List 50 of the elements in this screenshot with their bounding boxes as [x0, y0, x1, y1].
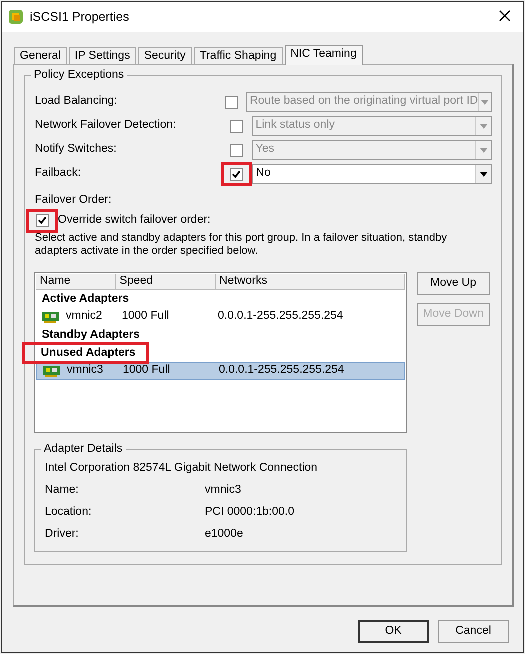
- adapter-speed: 1000 Full: [123, 364, 172, 378]
- adapter-networks: 0.0.0.1-255.255.255.254: [218, 310, 344, 324]
- checkbox[interactable]: [36, 214, 48, 228]
- column-header[interactable]: Networks: [216, 274, 405, 290]
- tab[interactable]: General: [14, 47, 67, 64]
- caret-icon: [480, 172, 488, 176]
- field-value: vmnic3: [205, 484, 242, 498]
- app-icon: [8, 9, 24, 25]
- tab[interactable]: NIC Teaming: [284, 45, 363, 65]
- adapter-speed: 1000 Full: [122, 310, 170, 324]
- group-title: Policy Exceptions: [31, 69, 128, 83]
- field-label: Network Failover Detection:: [35, 119, 178, 133]
- group-heading: Standby Adapters: [41, 328, 141, 344]
- adapter-name: vmnic2: [66, 310, 104, 324]
- field-value: PCI 0000:1b:00.0: [205, 506, 295, 520]
- adapter-description: Intel Corporation 82574L Gigabit Network Connection: [45, 462, 319, 476]
- dialog-button[interactable]: OK: [358, 620, 429, 643]
- field-label: Failback:: [35, 167, 82, 181]
- window-title: iSCSI1 Properties: [30, 10, 130, 24]
- checkbox-label: Override switch failover order:: [58, 214, 211, 228]
- tab[interactable]: Security: [138, 47, 192, 64]
- tab[interactable]: Traffic Shaping: [194, 47, 283, 64]
- field-label: Location:: [45, 506, 93, 520]
- group-heading: Active Adapters: [41, 292, 130, 308]
- field-label: Load Balancing:: [35, 95, 118, 109]
- caret-icon: [480, 148, 488, 152]
- caret-icon: [480, 124, 488, 128]
- section-label: Failover Order:: [35, 194, 113, 208]
- field-label: Name:: [45, 484, 80, 498]
- description-text: Select active and standby adapters for this port group. In a failover situation, standby adapters activate in the order specified below.: [35, 232, 448, 258]
- side-button[interactable]: Move Up: [417, 272, 490, 296]
- field-value: e1000e: [205, 528, 244, 542]
- tab[interactable]: IP Settings: [68, 47, 136, 64]
- dropdown[interactable]: No: [252, 164, 492, 184]
- network-card-icon: [43, 365, 60, 378]
- group-heading: Unused Adapters: [40, 346, 137, 362]
- column-header[interactable]: Speed: [116, 274, 216, 290]
- group-title: Adapter Details: [41, 443, 126, 457]
- network-card-icon: [42, 311, 59, 324]
- field-label: Notify Switches:: [35, 143, 118, 157]
- caret-icon: [481, 100, 490, 104]
- close-icon: [499, 10, 511, 22]
- field-label: Driver:: [45, 528, 80, 542]
- list-row[interactable]: vmnic3 1000 Full 0.0.0.1-255.255.255.254: [36, 362, 405, 380]
- adapter-name: vmnic3: [67, 364, 104, 378]
- list-row[interactable]: vmnic2 1000 Full 0.0.0.1-255.255.255.254: [36, 308, 405, 326]
- adapter-networks: 0.0.0.1-255.255.255.254: [219, 364, 344, 378]
- column-header[interactable]: Name: [36, 274, 116, 290]
- dialog-button[interactable]: Cancel: [438, 620, 509, 643]
- checkbox[interactable]: [230, 168, 244, 180]
